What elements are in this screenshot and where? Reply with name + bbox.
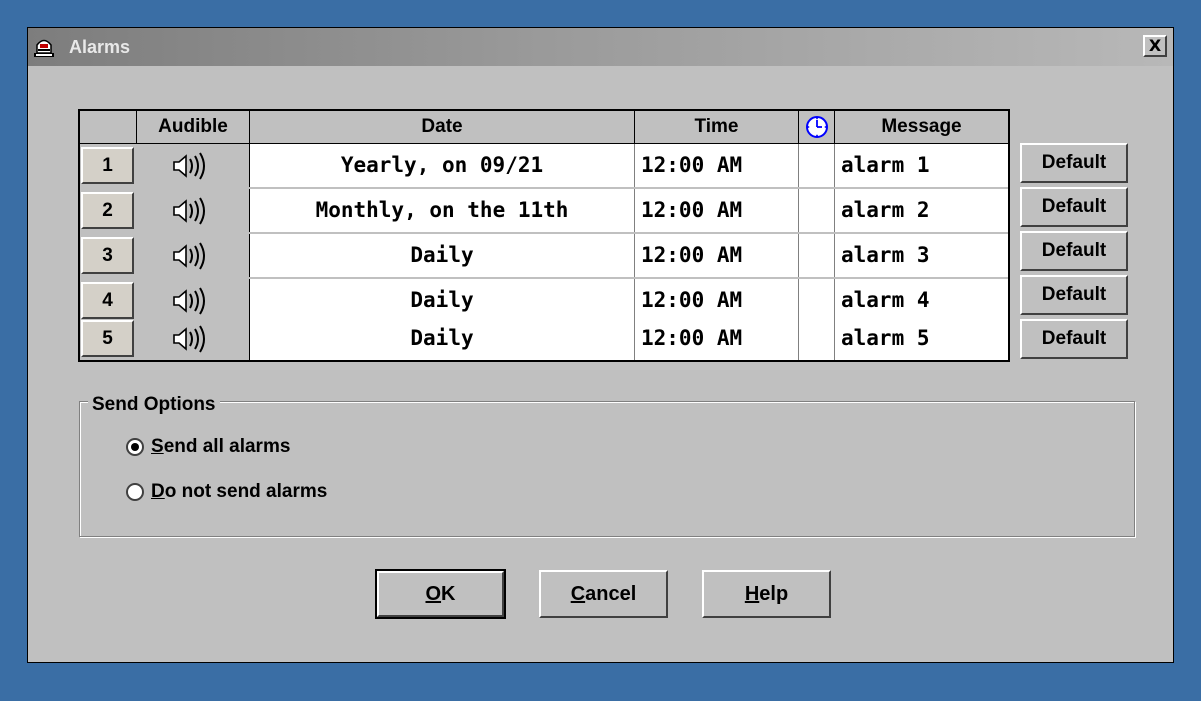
table-row[interactable]: 5 Daily 12:00 AM alarm 5 <box>80 317 1008 360</box>
default-button-3[interactable]: Default <box>1020 231 1128 271</box>
header-audible[interactable]: Audible <box>137 111 250 143</box>
row-number-button[interactable]: 5 <box>81 320 134 357</box>
title-bar[interactable]: Alarms X <box>28 28 1173 66</box>
audible-toggle[interactable] <box>137 279 250 322</box>
clock-cell[interactable] <box>799 317 835 360</box>
message-cell[interactable]: alarm 1 <box>835 144 1008 187</box>
message-cell[interactable]: alarm 3 <box>835 234 1008 277</box>
table-row[interactable]: 1 Yearly, on 09/21 12:00 AM alarm 1 <box>80 144 1008 187</box>
row-number-button[interactable]: 2 <box>81 192 134 229</box>
option-label: Do not send alarms <box>151 481 328 502</box>
radio-selected-icon[interactable] <box>126 438 144 456</box>
alarm-bell-icon <box>34 39 54 57</box>
speaker-icon <box>173 286 205 315</box>
default-button-4[interactable]: Default <box>1020 275 1128 315</box>
cancel-button[interactable]: Cancel <box>539 570 668 618</box>
row-number-button[interactable]: 1 <box>81 147 134 184</box>
time-cell[interactable]: 12:00 AM <box>635 279 799 322</box>
time-cell[interactable]: 12:00 AM <box>635 317 799 360</box>
audible-toggle[interactable] <box>137 144 250 187</box>
do-not-send-alarms-option[interactable]: Do not send alarms <box>126 481 327 503</box>
close-button[interactable]: X <box>1143 35 1167 57</box>
time-cell[interactable]: 12:00 AM <box>635 144 799 187</box>
default-button-1[interactable]: Default <box>1020 143 1128 183</box>
date-cell[interactable]: Monthly, on the 11th <box>250 189 635 232</box>
alarms-dialog: Alarms X Audible Date Time Message 1 Yea… <box>27 27 1174 663</box>
date-cell[interactable]: Daily <box>250 317 635 360</box>
table-row[interactable]: 4 Daily 12:00 AM alarm 4 <box>80 279 1008 322</box>
header-clock[interactable] <box>799 111 835 143</box>
audible-toggle[interactable] <box>137 317 250 360</box>
audible-toggle[interactable] <box>137 189 250 232</box>
speaker-icon <box>173 151 205 180</box>
clock-cell[interactable] <box>799 189 835 232</box>
speaker-icon <box>173 241 205 270</box>
date-cell[interactable]: Daily <box>250 279 635 322</box>
clock-icon <box>805 116 828 138</box>
table-row[interactable]: 3 Daily 12:00 AM alarm 3 <box>80 234 1008 277</box>
audible-toggle[interactable] <box>137 234 250 277</box>
option-label: Send all alarms <box>151 436 291 457</box>
clock-cell[interactable] <box>799 144 835 187</box>
window-title: Alarms <box>69 37 131 57</box>
clock-cell[interactable] <box>799 234 835 277</box>
message-cell[interactable]: alarm 2 <box>835 189 1008 232</box>
radio-unselected-icon[interactable] <box>126 483 144 501</box>
alarms-table: Audible Date Time Message 1 Yearly, on 0… <box>78 109 1010 362</box>
row-number-button[interactable]: 3 <box>81 237 134 274</box>
message-cell[interactable]: alarm 4 <box>835 279 1008 322</box>
corner-header <box>80 111 137 143</box>
clock-cell[interactable] <box>799 279 835 322</box>
default-button-2[interactable]: Default <box>1020 187 1128 227</box>
ok-button[interactable]: OK <box>375 569 506 619</box>
time-cell[interactable]: 12:00 AM <box>635 189 799 232</box>
row-number-button[interactable]: 4 <box>81 282 134 319</box>
time-cell[interactable]: 12:00 AM <box>635 234 799 277</box>
default-button-5[interactable]: Default <box>1020 319 1128 359</box>
message-cell[interactable]: alarm 5 <box>835 317 1008 360</box>
date-cell[interactable]: Yearly, on 09/21 <box>250 144 635 187</box>
speaker-icon <box>173 324 205 353</box>
date-cell[interactable]: Daily <box>250 234 635 277</box>
send-all-alarms-option[interactable]: Send all alarms <box>126 436 290 458</box>
send-options-group <box>79 401 1135 537</box>
speaker-icon <box>173 196 205 225</box>
header-time[interactable]: Time <box>635 111 799 143</box>
send-options-label: Send Options <box>88 394 220 416</box>
header-date[interactable]: Date <box>250 111 635 143</box>
help-button[interactable]: Help <box>702 570 831 618</box>
header-message[interactable]: Message <box>835 111 1008 143</box>
table-row[interactable]: 2 Monthly, on the 11th 12:00 AM alarm 2 <box>80 189 1008 232</box>
